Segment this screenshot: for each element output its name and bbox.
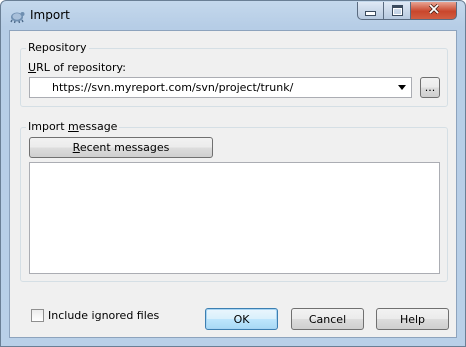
import-message-textarea[interactable] <box>29 162 440 274</box>
ok-button[interactable]: OK <box>205 308 278 330</box>
maximize-icon <box>391 5 403 16</box>
repository-url-combobox[interactable]: https://svn.myreport.com/svn/project/tru… <box>29 77 412 98</box>
minimize-icon <box>365 11 376 16</box>
title-bar[interactable]: Import <box>1 1 465 29</box>
help-button[interactable]: Help <box>376 308 449 330</box>
include-ignored-checkbox[interactable] <box>31 309 44 322</box>
close-button[interactable] <box>411 2 457 20</box>
dialog-client-area: Repository URL of repository: https://sv… <box>9 30 457 338</box>
import-dialog: Import Repository URL of repository: htt… <box>0 0 466 347</box>
url-label: URL of repository: <box>26 61 128 74</box>
include-ignored-label[interactable]: Include ignored files <box>48 309 159 322</box>
minimize-button[interactable] <box>357 2 384 20</box>
window-title: Import <box>30 8 70 22</box>
repository-group-label: Repository <box>26 41 89 54</box>
import-message-group-label: Import message <box>26 120 120 133</box>
tortoise-svn-icon <box>9 8 25 24</box>
recent-messages-button[interactable]: Recent messages <box>29 137 213 158</box>
maximize-button[interactable] <box>384 2 411 20</box>
close-icon <box>428 3 440 17</box>
chevron-down-icon[interactable] <box>397 81 407 93</box>
repository-url-value: https://svn.myreport.com/svn/project/tru… <box>52 81 294 94</box>
browse-button[interactable]: ... <box>420 77 440 98</box>
cancel-button[interactable]: Cancel <box>291 308 364 330</box>
